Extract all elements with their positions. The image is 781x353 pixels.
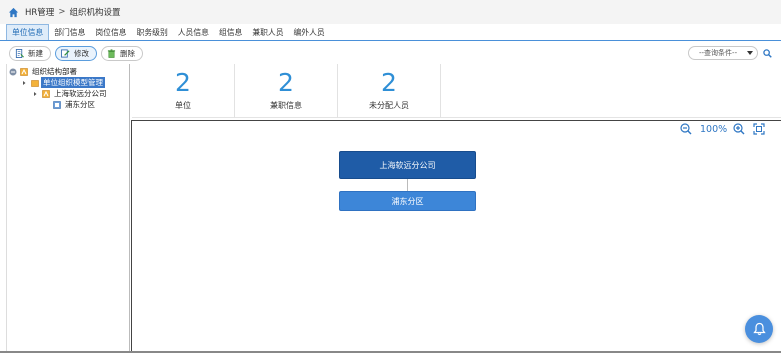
expand-arrow-icon[interactable]: [31, 90, 39, 98]
tab-bar: 单位信息 部门信息 岗位信息 职务级别 人员信息 组信息 兼职人员 编外人员: [0, 24, 781, 41]
edit-button[interactable]: 修改: [55, 45, 97, 61]
tree-branch-label: 浦东分区: [65, 100, 95, 109]
expand-arrow-icon[interactable]: [20, 79, 28, 87]
stat-units[interactable]: 2 单位: [132, 64, 235, 118]
zoom-controls: 100%: [680, 123, 765, 135]
edit-button-label: 修改: [74, 48, 89, 58]
stat-part-time-value: 2: [278, 68, 294, 97]
department-icon: [53, 100, 61, 109]
stat-unassigned-value: 2: [381, 68, 397, 97]
org-connector-line: [407, 179, 408, 191]
stat-units-value: 2: [175, 68, 191, 97]
breadcrumb-current: 组织机构设置: [69, 8, 121, 18]
tree-selected-label: 单位组织模型管理: [41, 77, 105, 88]
trash-icon: [107, 48, 116, 58]
zoom-level: 100%: [700, 123, 728, 135]
chevron-down-icon: [747, 51, 753, 55]
tab-unit-info[interactable]: 单位信息: [6, 24, 50, 40]
delete-button[interactable]: 删除: [101, 45, 143, 61]
edit-icon: [61, 48, 70, 58]
toolbar: 新建 修改 删除 --查询条件--: [0, 42, 781, 64]
tab-job-level[interactable]: 职务级别: [132, 24, 173, 40]
org-node-company[interactable]: 上海软远分公司: [339, 151, 476, 179]
bell-icon: [752, 322, 766, 336]
stat-units-label: 单位: [175, 101, 191, 110]
org-tree: 组织结构部署 单位组织模型管理 上海软远分公司 浦东分区: [6, 64, 130, 353]
org-node-branch[interactable]: 浦东分区: [339, 191, 476, 211]
zoom-out-icon[interactable]: [680, 123, 692, 135]
collapse-icon[interactable]: [9, 68, 17, 76]
breadcrumb: HR管理 > 组织机构设置: [0, 0, 781, 24]
tree-company-label: 上海软远分公司: [54, 89, 107, 98]
stat-part-time[interactable]: 2 兼职信息: [235, 64, 338, 118]
home-icon[interactable]: [8, 7, 19, 18]
tab-external-staff[interactable]: 编外人员: [289, 24, 330, 40]
new-document-icon: [15, 48, 24, 58]
tree-node-branch[interactable]: 浦东分区: [7, 99, 129, 110]
folder-icon: [31, 79, 39, 87]
org-icon: [20, 67, 28, 76]
search-icon[interactable]: [763, 49, 772, 58]
new-button[interactable]: 新建: [9, 45, 51, 61]
query-condition-select[interactable]: --查询条件--: [688, 46, 758, 60]
fit-screen-icon[interactable]: [753, 123, 765, 135]
tab-department-info[interactable]: 部门信息: [49, 24, 90, 40]
tree-root-label: 组织结构部署: [32, 67, 77, 76]
tree-node-model-management[interactable]: 单位组织模型管理: [7, 77, 129, 88]
tree-node-root[interactable]: 组织结构部署: [7, 66, 129, 77]
delete-button-label: 删除: [120, 48, 135, 58]
new-button-label: 新建: [28, 48, 43, 58]
zoom-in-icon[interactable]: [733, 123, 745, 135]
company-icon: [42, 89, 50, 98]
stat-unassigned-label: 未分配人员: [369, 101, 409, 110]
breadcrumb-root[interactable]: HR管理: [25, 6, 54, 18]
breadcrumb-separator: >: [58, 7, 66, 17]
stats-bar: 2 单位 2 兼职信息 2 未分配人员: [132, 64, 781, 118]
tab-personnel-info[interactable]: 人员信息: [173, 24, 214, 40]
stat-unassigned[interactable]: 2 未分配人员: [338, 64, 441, 118]
tab-group-info[interactable]: 组信息: [214, 24, 247, 40]
tree-node-company[interactable]: 上海软远分公司: [7, 88, 129, 99]
stat-part-time-label: 兼职信息: [270, 101, 302, 110]
org-chart-canvas[interactable]: 100% 上海软远分公司 浦东分区: [131, 120, 781, 353]
query-condition-value: --查询条件--: [699, 49, 738, 57]
notification-button[interactable]: [745, 315, 773, 343]
tab-position-info[interactable]: 岗位信息: [90, 24, 131, 40]
tab-part-time-staff[interactable]: 兼职人员: [247, 24, 288, 40]
